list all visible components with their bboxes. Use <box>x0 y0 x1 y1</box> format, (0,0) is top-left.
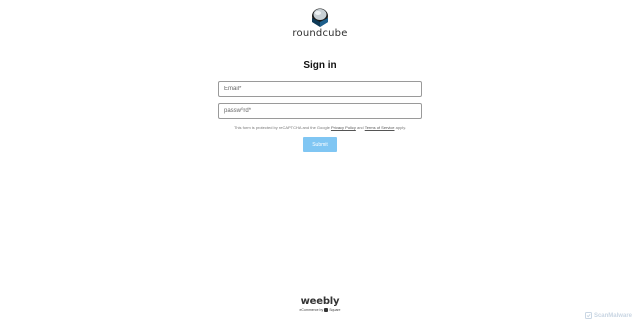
page-title: Sign in <box>303 60 337 71</box>
password-field[interactable] <box>218 103 422 119</box>
submit-button[interactable]: Submit <box>303 137 337 152</box>
recaptcha-notice: This form is protected by reCAPTCHA and … <box>0 125 640 130</box>
recaptcha-prefix: This form is protected by reCAPTCHA and … <box>233 125 330 130</box>
square-logo-icon <box>324 308 329 312</box>
weebly-tagline-prefix: eCommerce by <box>299 308 324 312</box>
roundcube-cube-icon <box>312 8 328 27</box>
login-page: roundcube Sign in This form is protected… <box>0 0 640 331</box>
brand-name: roundcube <box>292 28 348 39</box>
roundcube-logo: roundcube <box>0 8 640 39</box>
watermark-text: ScanMalware <box>593 312 632 319</box>
scanmalware-watermark: ScanMalware <box>584 312 632 319</box>
recaptcha-and: and <box>356 125 364 130</box>
weebly-wordmark: weebly <box>300 296 340 307</box>
privacy-policy-link[interactable]: Privacy Policy <box>331 125 356 130</box>
scanmalware-logo-icon <box>584 312 592 319</box>
email-field[interactable] <box>218 81 422 97</box>
recaptcha-suffix: apply. <box>395 125 407 130</box>
weebly-tagline: eCommerce by Square <box>299 308 341 312</box>
weebly-tagline-brand: Square <box>329 308 341 312</box>
weebly-footer-logo[interactable]: weebly eCommerce by Square <box>0 296 640 312</box>
terms-of-service-link[interactable]: Terms of Service <box>365 125 395 130</box>
